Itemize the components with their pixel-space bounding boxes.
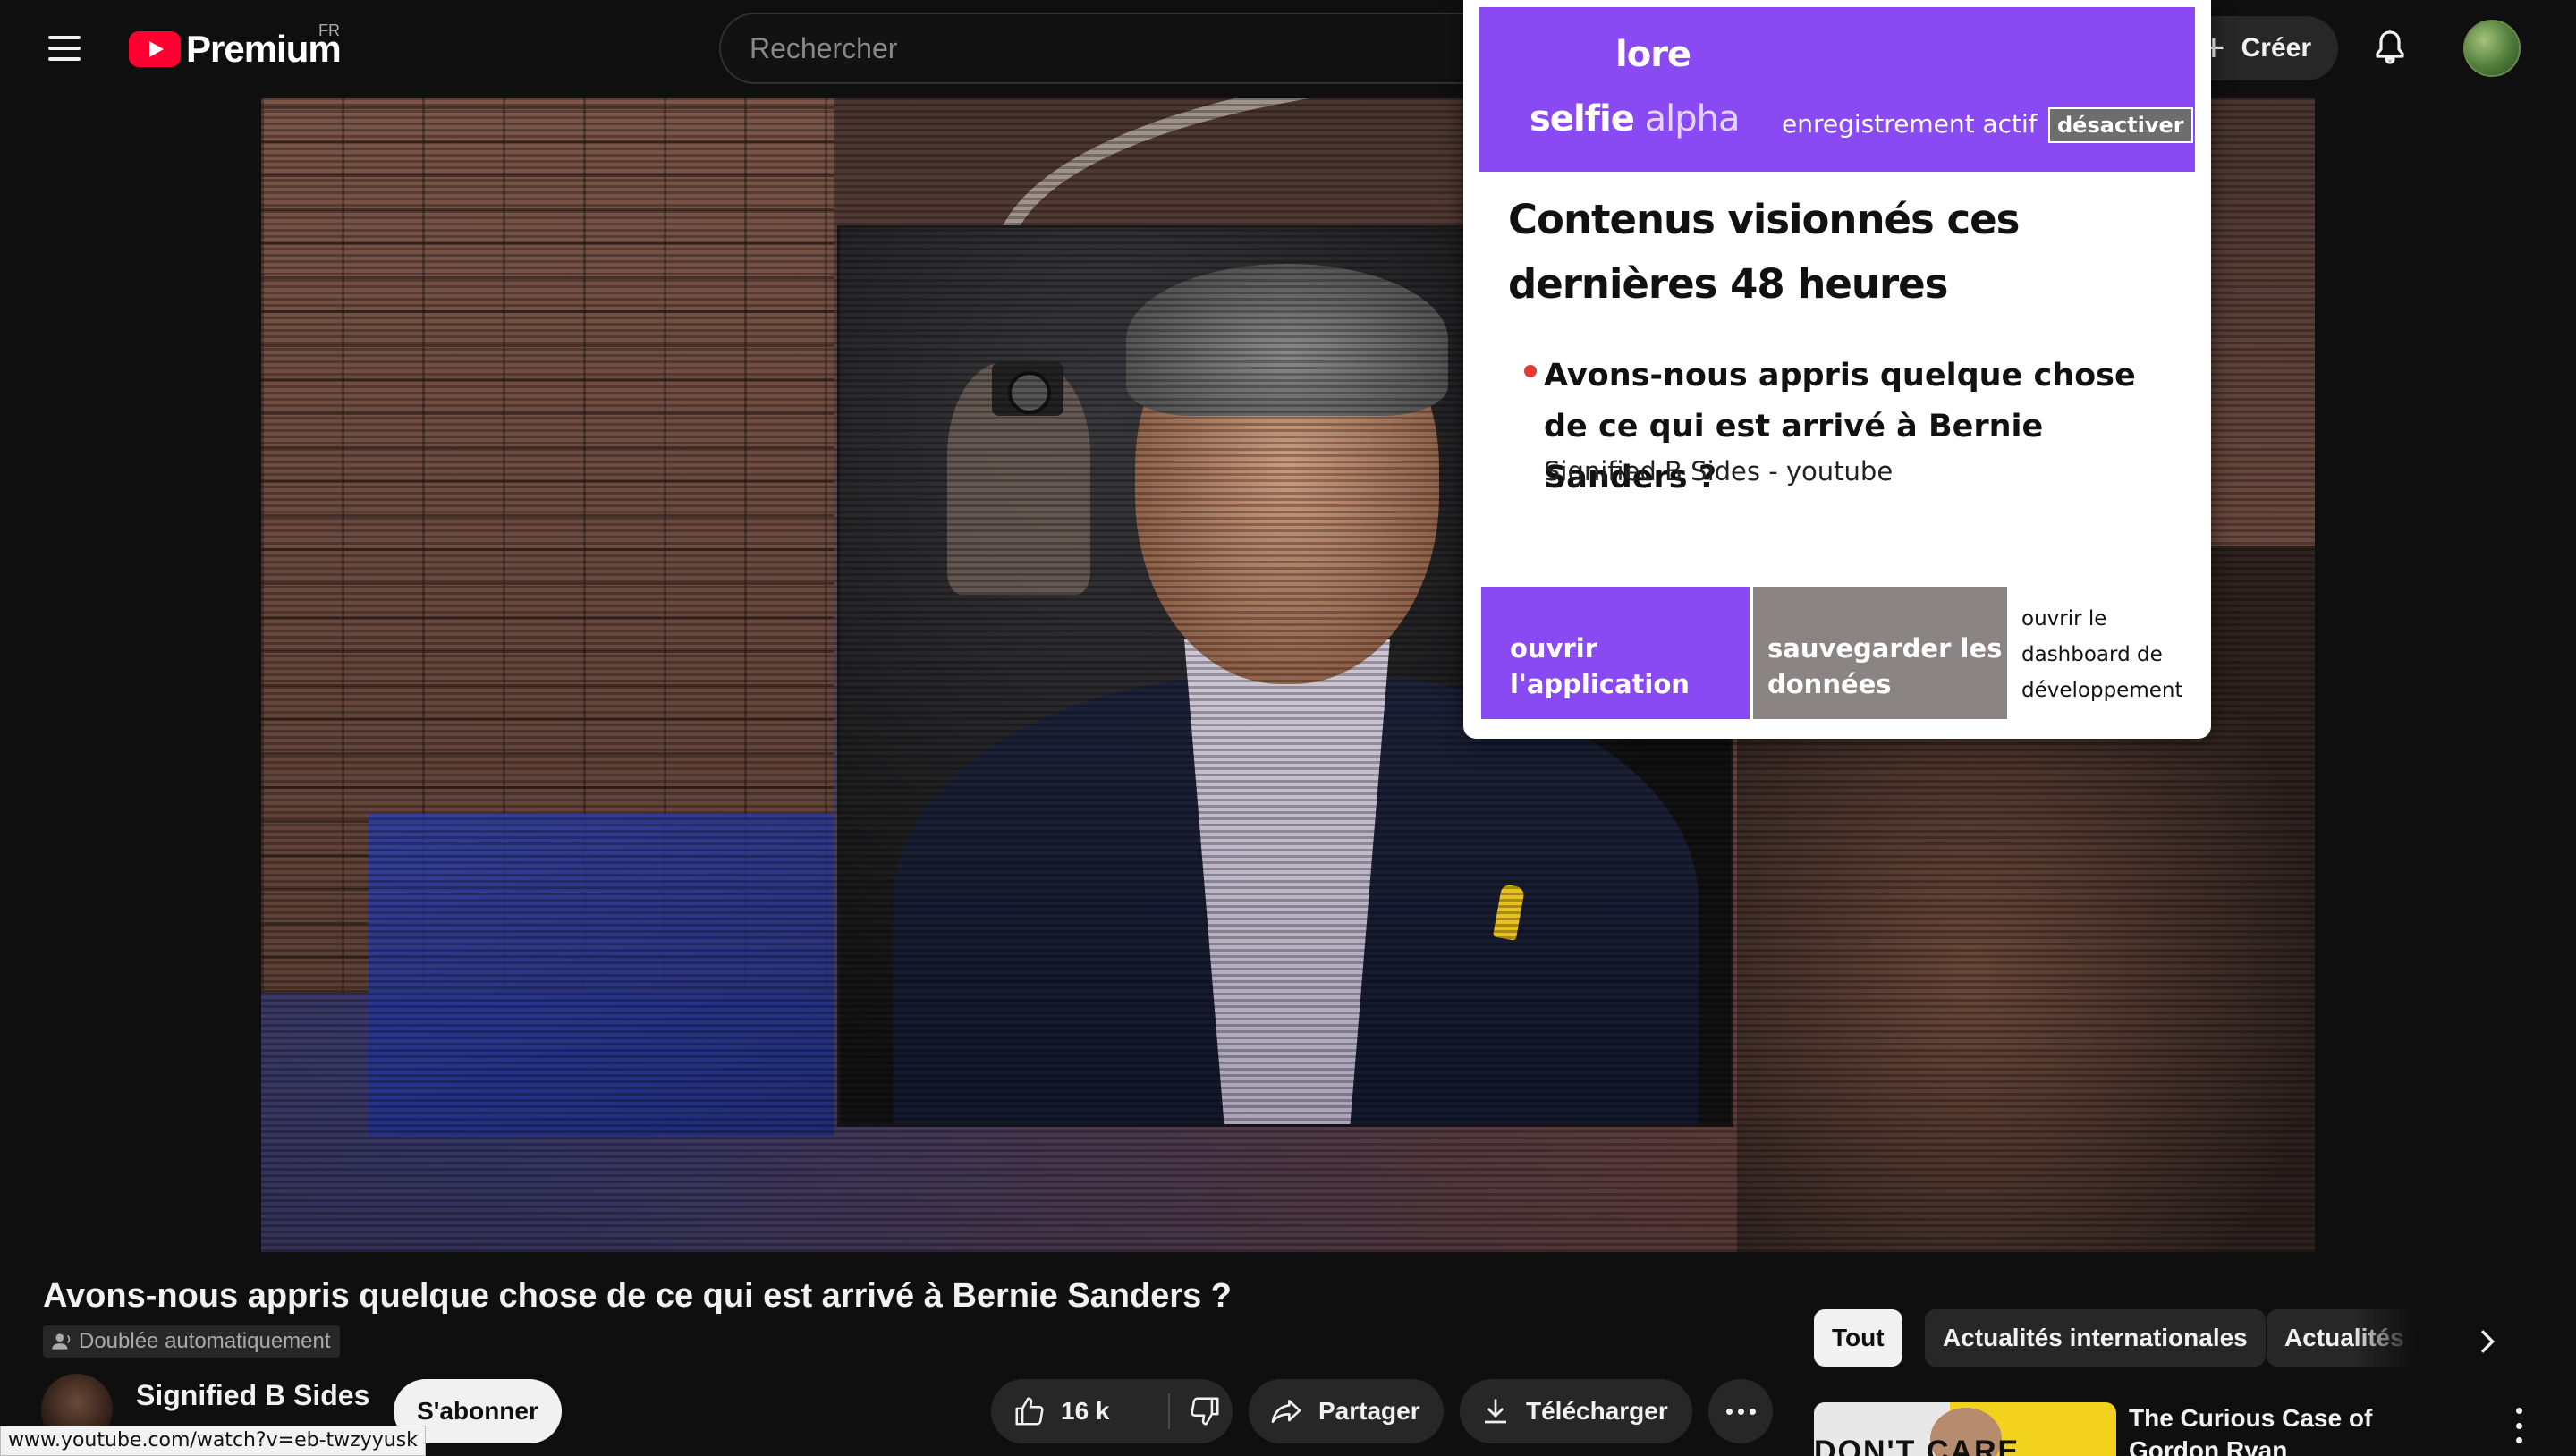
- video-title: Avons-nous appris quelque chose de ce qu…: [43, 1277, 1232, 1315]
- photo-camera: [992, 362, 1063, 416]
- recommendation-thumb-text: DON'T CARE: [1814, 1435, 2021, 1456]
- more-icon-dot: [1737, 1408, 1744, 1415]
- brand-label: Premium: [186, 28, 342, 70]
- lore-brand-light: alpha: [1644, 98, 1741, 140]
- dub-label: Doublée automatiquement: [79, 1329, 331, 1353]
- photo-hair: [1126, 264, 1448, 416]
- youtube-premium-logo[interactable]: Premium: [129, 27, 342, 72]
- lore-heading: Contenus visionnés ces dernières 48 heur…: [1508, 196, 2020, 308]
- chip-all[interactable]: Tout: [1814, 1309, 1902, 1367]
- lore-item-source: Signified B Sides - youtube: [1544, 456, 1894, 487]
- lore-brand: selfie alpha: [1530, 98, 1740, 140]
- recommendation-thumbnail[interactable]: DON'T CARE: [1814, 1402, 2116, 1456]
- share-button[interactable]: Partager: [1249, 1379, 1444, 1443]
- lore-app-name: lore: [1615, 34, 1691, 75]
- lore-dev-dashboard-link[interactable]: ouvrir le dashboard de développement: [2021, 601, 2200, 708]
- more-actions-button[interactable]: [1708, 1379, 1773, 1443]
- more-icon-dot: [1749, 1408, 1756, 1415]
- video-frame-sign: [369, 814, 834, 1136]
- account-avatar[interactable]: [2463, 20, 2521, 77]
- lore-extension-panel: lore selfie alpha enregistrement actif d…: [1463, 0, 2211, 739]
- status-bar-url: www.youtube.com/watch?v=eb-twzyyusk: [0, 1426, 426, 1456]
- download-icon: [1485, 1399, 1506, 1424]
- like-dislike-group: 16 k: [991, 1379, 1233, 1443]
- share-icon: [1271, 1400, 1301, 1423]
- download-label: Télécharger: [1526, 1397, 1668, 1425]
- like-button[interactable]: 16 k: [991, 1379, 1168, 1443]
- chevron-right-icon[interactable]: [2469, 1324, 2504, 1359]
- dub-badge: Doublée automatiquement: [43, 1325, 340, 1358]
- filter-chips: Tout Actualités internationales Actualit…: [1814, 1309, 2440, 1370]
- recommendation-title[interactable]: The Curious Case of Gordon Ryan: [2129, 1402, 2469, 1456]
- dot: [2515, 1437, 2522, 1443]
- search-box[interactable]: [719, 13, 1524, 84]
- youtube-logo-icon: [129, 31, 181, 67]
- lore-recording-status: enregistrement actif: [1782, 109, 2038, 139]
- lore-save-data-button[interactable]: sauvegarder les données: [1753, 587, 2007, 719]
- recommendation-more-icon[interactable]: [2513, 1408, 2524, 1443]
- like-count: 16 k: [1061, 1397, 1110, 1425]
- like-icon: [1015, 1397, 1044, 1426]
- more-icon: [1725, 1408, 1733, 1415]
- dub-icon: [52, 1333, 71, 1350]
- share-label: Partager: [1318, 1397, 1420, 1425]
- lore-header: lore selfie alpha enregistrement actif d…: [1479, 7, 2195, 172]
- lore-item-bullet: [1524, 365, 1537, 377]
- lore-deactivate-button[interactable]: désactiver: [2048, 107, 2193, 143]
- bell-icon[interactable]: [2368, 27, 2411, 70]
- download-button[interactable]: Télécharger: [1460, 1379, 1692, 1443]
- lore-brand-bold: selfie: [1530, 98, 1635, 140]
- menu-icon[interactable]: [45, 29, 84, 68]
- dislike-button[interactable]: [1170, 1379, 1233, 1443]
- chips-fade: [2352, 1309, 2442, 1370]
- country-code: FR: [318, 21, 340, 39]
- chip-international-news[interactable]: Actualités internationales: [1925, 1309, 2266, 1367]
- dot: [2515, 1408, 2522, 1414]
- lore-open-app-button[interactable]: ouvrir l'application: [1481, 587, 1750, 719]
- search-input[interactable]: [721, 14, 1522, 82]
- create-label: Créer: [2241, 33, 2311, 63]
- dislike-icon: [1191, 1397, 1219, 1426]
- channel-name[interactable]: Signified B Sides: [136, 1379, 369, 1412]
- dot: [2515, 1422, 2522, 1429]
